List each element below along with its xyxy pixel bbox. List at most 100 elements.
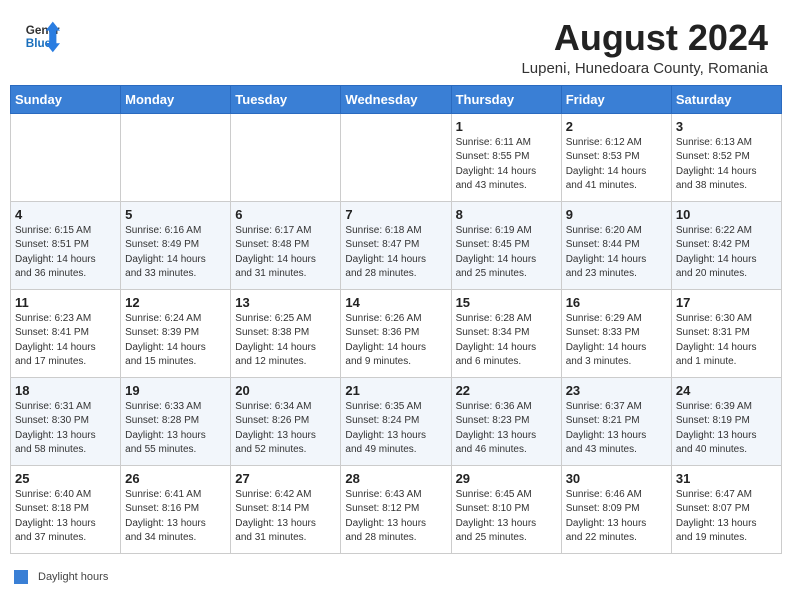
table-row: 21 Sunrise: 6:35 AM Sunset: 8:24 PM Dayli…	[341, 377, 451, 465]
table-row: 7 Sunrise: 6:18 AM Sunset: 8:47 PM Daylig…	[341, 201, 451, 289]
page-header: General Blue August 2024 Lupeni, Hunedoa…	[0, 0, 792, 85]
day-info: Sunrise: 6:45 AM Sunset: 8:10 PM Dayligh…	[456, 488, 557, 546]
table-row: 5 Sunrise: 6:16 AM Sunset: 8:49 PM Daylig…	[121, 201, 231, 289]
day-info: Sunrise: 6:12 AM Sunset: 8:53 PM Dayligh…	[566, 136, 667, 194]
table-row: 9Sunrise: 6:20 AM Sunset: 8:44 PM Daylig…	[561, 201, 671, 289]
legend: Daylight hours	[0, 564, 792, 586]
day-number: 4	[15, 207, 116, 222]
table-row	[341, 113, 451, 201]
table-row: 28Sunrise: 6:43 AM Sunset: 8:12 PM Dayli…	[341, 465, 451, 553]
table-row: 3 Sunrise: 6:13 AM Sunset: 8:52 PM Daylig…	[671, 113, 781, 201]
day-number: 17	[676, 295, 777, 310]
day-info: Sunrise: 6:16 AM Sunset: 8:49 PM Dayligh…	[125, 224, 226, 282]
day-info: Sunrise: 6:35 AM Sunset: 8:24 PM Dayligh…	[345, 400, 446, 458]
table-row: 14 Sunrise: 6:26 AM Sunset: 8:36 PM Dayli…	[341, 289, 451, 377]
day-info: Sunrise: 6:22 AM Sunset: 8:42 PM Dayligh…	[676, 224, 777, 282]
legend-color-box	[14, 570, 28, 584]
day-number: 23	[566, 383, 667, 398]
day-number: 10	[676, 207, 777, 222]
day-number: 26	[125, 471, 226, 486]
day-info: Sunrise: 6:13 AM Sunset: 8:52 PM Dayligh…	[676, 136, 777, 194]
table-row: 13Sunrise: 6:25 AM Sunset: 8:38 PM Dayli…	[231, 289, 341, 377]
table-row: 8 Sunrise: 6:19 AM Sunset: 8:45 PM Daylig…	[451, 201, 561, 289]
table-row: 15Sunrise: 6:28 AM Sunset: 8:34 PM Dayli…	[451, 289, 561, 377]
day-number: 22	[456, 383, 557, 398]
logo: General Blue	[24, 18, 60, 54]
day-info: Sunrise: 6:39 AM Sunset: 8:19 PM Dayligh…	[676, 400, 777, 458]
day-number: 13	[235, 295, 336, 310]
day-info: Sunrise: 6:11 AM Sunset: 8:55 PM Dayligh…	[456, 136, 557, 194]
table-row: 31Sunrise: 6:47 AM Sunset: 8:07 PM Dayli…	[671, 465, 781, 553]
day-info: Sunrise: 6:37 AM Sunset: 8:21 PM Dayligh…	[566, 400, 667, 458]
col-saturday: Saturday	[671, 85, 781, 113]
table-row: 22 Sunrise: 6:36 AM Sunset: 8:23 PM Dayli…	[451, 377, 561, 465]
day-number: 20	[235, 383, 336, 398]
col-tuesday: Tuesday	[231, 85, 341, 113]
table-row: 2Sunrise: 6:12 AM Sunset: 8:53 PM Daylig…	[561, 113, 671, 201]
day-number: 14	[345, 295, 446, 310]
day-info: Sunrise: 6:18 AM Sunset: 8:47 PM Dayligh…	[345, 224, 446, 282]
day-info: Sunrise: 6:41 AM Sunset: 8:16 PM Dayligh…	[125, 488, 226, 546]
calendar-week-row: 1 Sunrise: 6:11 AM Sunset: 8:55 PM Daylig…	[11, 113, 782, 201]
logo-icon: General Blue	[24, 18, 60, 54]
table-row: 30Sunrise: 6:46 AM Sunset: 8:09 PM Dayli…	[561, 465, 671, 553]
table-row: 6Sunrise: 6:17 AM Sunset: 8:48 PM Daylig…	[231, 201, 341, 289]
day-info: Sunrise: 6:24 AM Sunset: 8:39 PM Dayligh…	[125, 312, 226, 370]
day-info: Sunrise: 6:34 AM Sunset: 8:26 PM Dayligh…	[235, 400, 336, 458]
table-row	[11, 113, 121, 201]
table-row: 25 Sunrise: 6:40 AM Sunset: 8:18 PM Dayli…	[11, 465, 121, 553]
day-number: 27	[235, 471, 336, 486]
day-info: Sunrise: 6:42 AM Sunset: 8:14 PM Dayligh…	[235, 488, 336, 546]
month-year-title: August 2024	[521, 18, 768, 58]
col-thursday: Thursday	[451, 85, 561, 113]
day-number: 21	[345, 383, 446, 398]
day-info: Sunrise: 6:26 AM Sunset: 8:36 PM Dayligh…	[345, 312, 446, 370]
day-number: 25	[15, 471, 116, 486]
day-info: Sunrise: 6:23 AM Sunset: 8:41 PM Dayligh…	[15, 312, 116, 370]
day-info: Sunrise: 6:17 AM Sunset: 8:48 PM Dayligh…	[235, 224, 336, 282]
calendar-header-row: Sunday Monday Tuesday Wednesday Thursday…	[11, 85, 782, 113]
legend-label: Daylight hours	[38, 571, 108, 583]
table-row	[231, 113, 341, 201]
day-number: 3	[676, 119, 777, 134]
day-info: Sunrise: 6:40 AM Sunset: 8:18 PM Dayligh…	[15, 488, 116, 546]
table-row: 10 Sunrise: 6:22 AM Sunset: 8:42 PM Dayli…	[671, 201, 781, 289]
day-number: 11	[15, 295, 116, 310]
day-number: 19	[125, 383, 226, 398]
col-monday: Monday	[121, 85, 231, 113]
day-number: 1	[456, 119, 557, 134]
day-info: Sunrise: 6:47 AM Sunset: 8:07 PM Dayligh…	[676, 488, 777, 546]
day-number: 12	[125, 295, 226, 310]
calendar-week-row: 11 Sunrise: 6:23 AM Sunset: 8:41 PM Dayli…	[11, 289, 782, 377]
day-number: 15	[456, 295, 557, 310]
day-info: Sunrise: 6:33 AM Sunset: 8:28 PM Dayligh…	[125, 400, 226, 458]
day-number: 16	[566, 295, 667, 310]
table-row: 12 Sunrise: 6:24 AM Sunset: 8:39 PM Dayli…	[121, 289, 231, 377]
day-info: Sunrise: 6:19 AM Sunset: 8:45 PM Dayligh…	[456, 224, 557, 282]
day-info: Sunrise: 6:15 AM Sunset: 8:51 PM Dayligh…	[15, 224, 116, 282]
table-row: 19 Sunrise: 6:33 AM Sunset: 8:28 PM Dayli…	[121, 377, 231, 465]
col-sunday: Sunday	[11, 85, 121, 113]
day-info: Sunrise: 6:20 AM Sunset: 8:44 PM Dayligh…	[566, 224, 667, 282]
col-wednesday: Wednesday	[341, 85, 451, 113]
day-info: Sunrise: 6:36 AM Sunset: 8:23 PM Dayligh…	[456, 400, 557, 458]
day-number: 8	[456, 207, 557, 222]
day-info: Sunrise: 6:29 AM Sunset: 8:33 PM Dayligh…	[566, 312, 667, 370]
table-row: 4 Sunrise: 6:15 AM Sunset: 8:51 PM Daylig…	[11, 201, 121, 289]
day-number: 30	[566, 471, 667, 486]
table-row: 18Sunrise: 6:31 AM Sunset: 8:30 PM Dayli…	[11, 377, 121, 465]
day-number: 5	[125, 207, 226, 222]
day-info: Sunrise: 6:30 AM Sunset: 8:31 PM Dayligh…	[676, 312, 777, 370]
table-row: 16 Sunrise: 6:29 AM Sunset: 8:33 PM Dayli…	[561, 289, 671, 377]
table-row: 11 Sunrise: 6:23 AM Sunset: 8:41 PM Dayli…	[11, 289, 121, 377]
day-number: 24	[676, 383, 777, 398]
table-row: 23 Sunrise: 6:37 AM Sunset: 8:21 PM Dayli…	[561, 377, 671, 465]
calendar-week-row: 25 Sunrise: 6:40 AM Sunset: 8:18 PM Dayli…	[11, 465, 782, 553]
calendar-wrap: Sunday Monday Tuesday Wednesday Thursday…	[0, 85, 792, 564]
title-block: August 2024 Lupeni, Hunedoara County, Ro…	[521, 18, 768, 77]
table-row: 24 Sunrise: 6:39 AM Sunset: 8:19 PM Dayli…	[671, 377, 781, 465]
day-number: 7	[345, 207, 446, 222]
calendar-table: Sunday Monday Tuesday Wednesday Thursday…	[10, 85, 782, 554]
table-row: 17 Sunrise: 6:30 AM Sunset: 8:31 PM Dayli…	[671, 289, 781, 377]
day-number: 18	[15, 383, 116, 398]
